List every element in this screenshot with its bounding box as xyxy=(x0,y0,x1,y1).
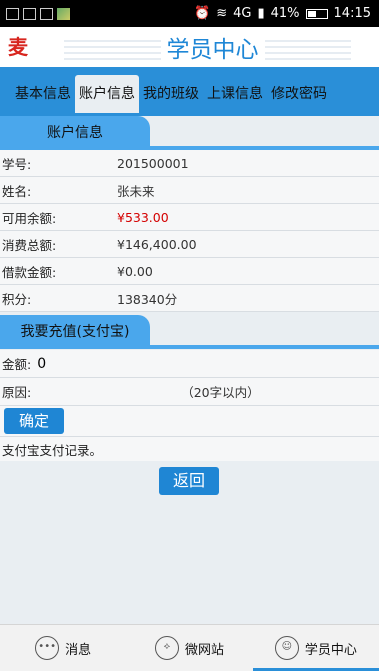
account-info-list: 学号: 201500001 姓名: 张未来 可用余额: ¥533.00 消费总额… xyxy=(0,150,379,312)
notification-icon xyxy=(6,7,19,20)
tab-bar: 基本信息 账户信息 我的班级 上课信息 修改密码 xyxy=(0,67,379,113)
message-icon: ••• xyxy=(35,636,60,660)
image-notification-icon xyxy=(40,7,53,20)
recharge-form: 金额: 0 原因: （20字以内） 确定 支付宝支付记录。 xyxy=(0,350,379,461)
points-value: 138340分 xyxy=(117,291,178,307)
tab-change-password[interactable]: 修改密码 xyxy=(267,75,331,113)
signal-icon: ▮ xyxy=(257,6,265,21)
loan-value: ¥0.00 xyxy=(117,263,153,279)
tab-account-info[interactable]: 账户信息 xyxy=(75,75,139,113)
wifi-icon: ≋ xyxy=(216,6,228,21)
battery-icon xyxy=(305,8,328,19)
nav-messages[interactable]: ••• 消息 xyxy=(0,625,126,671)
reason-label: 原因: xyxy=(2,385,32,400)
nav-student-center-label: 学员中心 xyxy=(304,642,357,658)
loan-label: 借款金额: xyxy=(2,264,57,280)
bottom-nav: ••• 消息 ⟡ 微网站 ☺ 学员中心 xyxy=(0,624,379,671)
tab-my-class[interactable]: 我的班级 xyxy=(139,75,203,113)
page-title: 学员中心 xyxy=(160,30,265,64)
confirm-button[interactable]: 确定 xyxy=(4,408,64,434)
nav-student-center[interactable]: ☺ 学员中心 xyxy=(252,625,379,671)
list-item: 积分: 138340分 xyxy=(0,285,379,312)
name-value: 张未来 xyxy=(117,183,155,199)
account-section-title: 账户信息 xyxy=(0,116,150,150)
total-spent-value: ¥146,400.00 xyxy=(117,236,197,252)
nav-website[interactable]: ⟡ 微网站 xyxy=(126,625,252,671)
app-notification-icon xyxy=(57,7,70,20)
balance-label: 可用余额: xyxy=(2,210,57,226)
tab-basic-info[interactable]: 基本信息 xyxy=(11,75,75,113)
list-item: 可用余额: ¥533.00 xyxy=(0,204,379,231)
recharge-section-header: 我要充值(支付宝) xyxy=(0,315,379,349)
logo: 麦田 xyxy=(8,35,28,89)
clock: 14:15 xyxy=(333,6,371,21)
list-item: 借款金额: ¥0.00 xyxy=(0,258,379,285)
account-section-header: 账户信息 xyxy=(0,116,379,150)
list-item: 消费总额: ¥146,400.00 xyxy=(0,231,379,258)
app-header: 麦田 学员中心 xyxy=(0,27,379,89)
user-icon: ☺ xyxy=(274,636,299,660)
recharge-section-title: 我要充值(支付宝) xyxy=(0,315,150,349)
list-item: 学号: 201500001 xyxy=(0,150,379,177)
balance-value: ¥533.00 xyxy=(117,209,169,225)
keyboard-icon xyxy=(23,7,36,20)
amount-label: 金额: xyxy=(2,357,32,372)
student-id-label: 学号: xyxy=(2,156,32,172)
website-icon: ⟡ xyxy=(154,636,179,660)
amount-input[interactable]: 0 xyxy=(37,356,46,372)
name-label: 姓名: xyxy=(2,183,32,199)
battery-percent: 41% xyxy=(270,6,300,21)
reason-input[interactable]: （20字以内） xyxy=(181,382,259,401)
tab-class-info[interactable]: 上课信息 xyxy=(203,75,267,113)
list-item: 姓名: 张未来 xyxy=(0,177,379,204)
student-id-value: 201500001 xyxy=(117,155,189,171)
alipay-record-link[interactable]: 支付宝支付记录。 xyxy=(0,437,379,461)
nav-website-label: 微网站 xyxy=(184,642,224,658)
alarm-icon: ⏰ xyxy=(194,6,211,21)
total-spent-label: 消费总额: xyxy=(2,237,57,253)
points-label: 积分: xyxy=(2,291,32,307)
nav-messages-label: 消息 xyxy=(65,642,92,658)
status-bar: ⏰ ≋ 4G ▮ 41% 14:15 xyxy=(0,0,379,27)
network-type: 4G xyxy=(233,6,252,21)
back-button[interactable]: 返回 xyxy=(159,467,219,495)
